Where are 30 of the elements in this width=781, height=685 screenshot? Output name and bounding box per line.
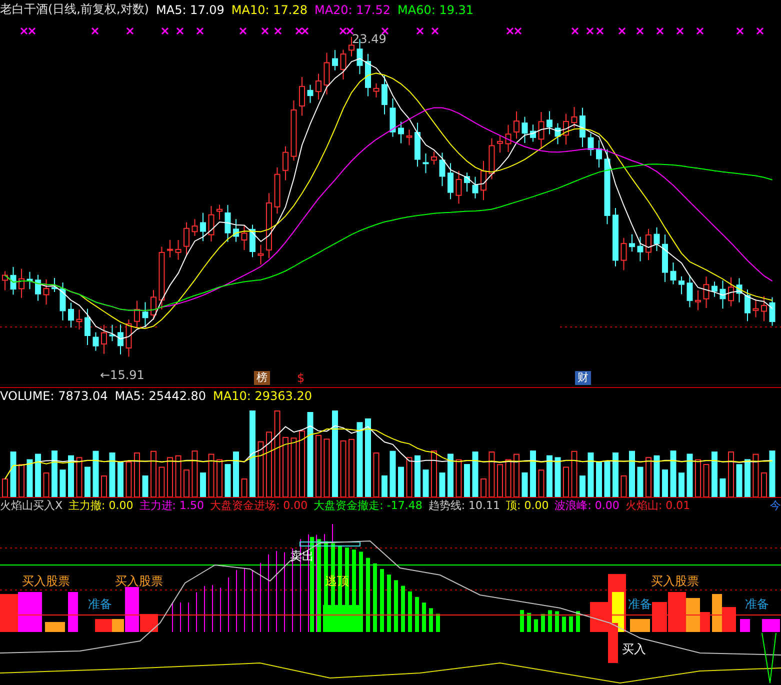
signal-label: 买入	[622, 642, 646, 656]
signal-label: 买入股票	[115, 574, 163, 588]
indicator-value: 大盘资金进场: 0.00	[210, 498, 308, 513]
ma-value: MA5: 17.09	[156, 2, 224, 17]
indicator-value: 趋势线: 10.11	[428, 498, 500, 513]
indicator-value: 顶: 0.00	[506, 498, 549, 513]
volume-value: MA10: 29363.20	[213, 388, 312, 403]
ma-value: MA20: 17.52	[314, 2, 391, 17]
low-price-label: ←15.91	[100, 368, 144, 382]
event-badge[interactable]: 财	[575, 371, 591, 386]
signal-label: 买入股票	[651, 574, 699, 588]
ma-value: MA60: 19.31	[398, 2, 474, 17]
indicator-value: 今	[770, 498, 781, 513]
volume-value: MA5: 25442.80	[114, 388, 206, 403]
event-badge[interactable]: 榜	[254, 371, 270, 386]
signal-label: 准备	[745, 597, 769, 611]
signal-label: 准备	[628, 597, 652, 611]
indicator-value: 主力进: 1.50	[139, 498, 204, 513]
high-price-label: 23.49	[352, 32, 386, 46]
indicator-value: 火焰山: 0.01	[625, 498, 690, 513]
ma-value: MA10: 17.28	[231, 2, 308, 17]
event-label[interactable]: $	[297, 371, 305, 386]
indicator-value: 主力撤: 0.00	[68, 498, 134, 513]
indicator-value: 大盘资金撤走: -17.48	[314, 498, 422, 513]
signal-label: 准备	[88, 597, 112, 611]
indicator-value: 火焰山买入X	[0, 498, 63, 513]
chart-title: 老白干酒(日线,前复权,对数)	[0, 1, 149, 18]
volume-value: VOLUME: 7873.04	[0, 388, 108, 403]
signal-label: 买入股票	[22, 574, 70, 588]
indicator-value: 波浪峰: 0.00	[554, 498, 620, 513]
